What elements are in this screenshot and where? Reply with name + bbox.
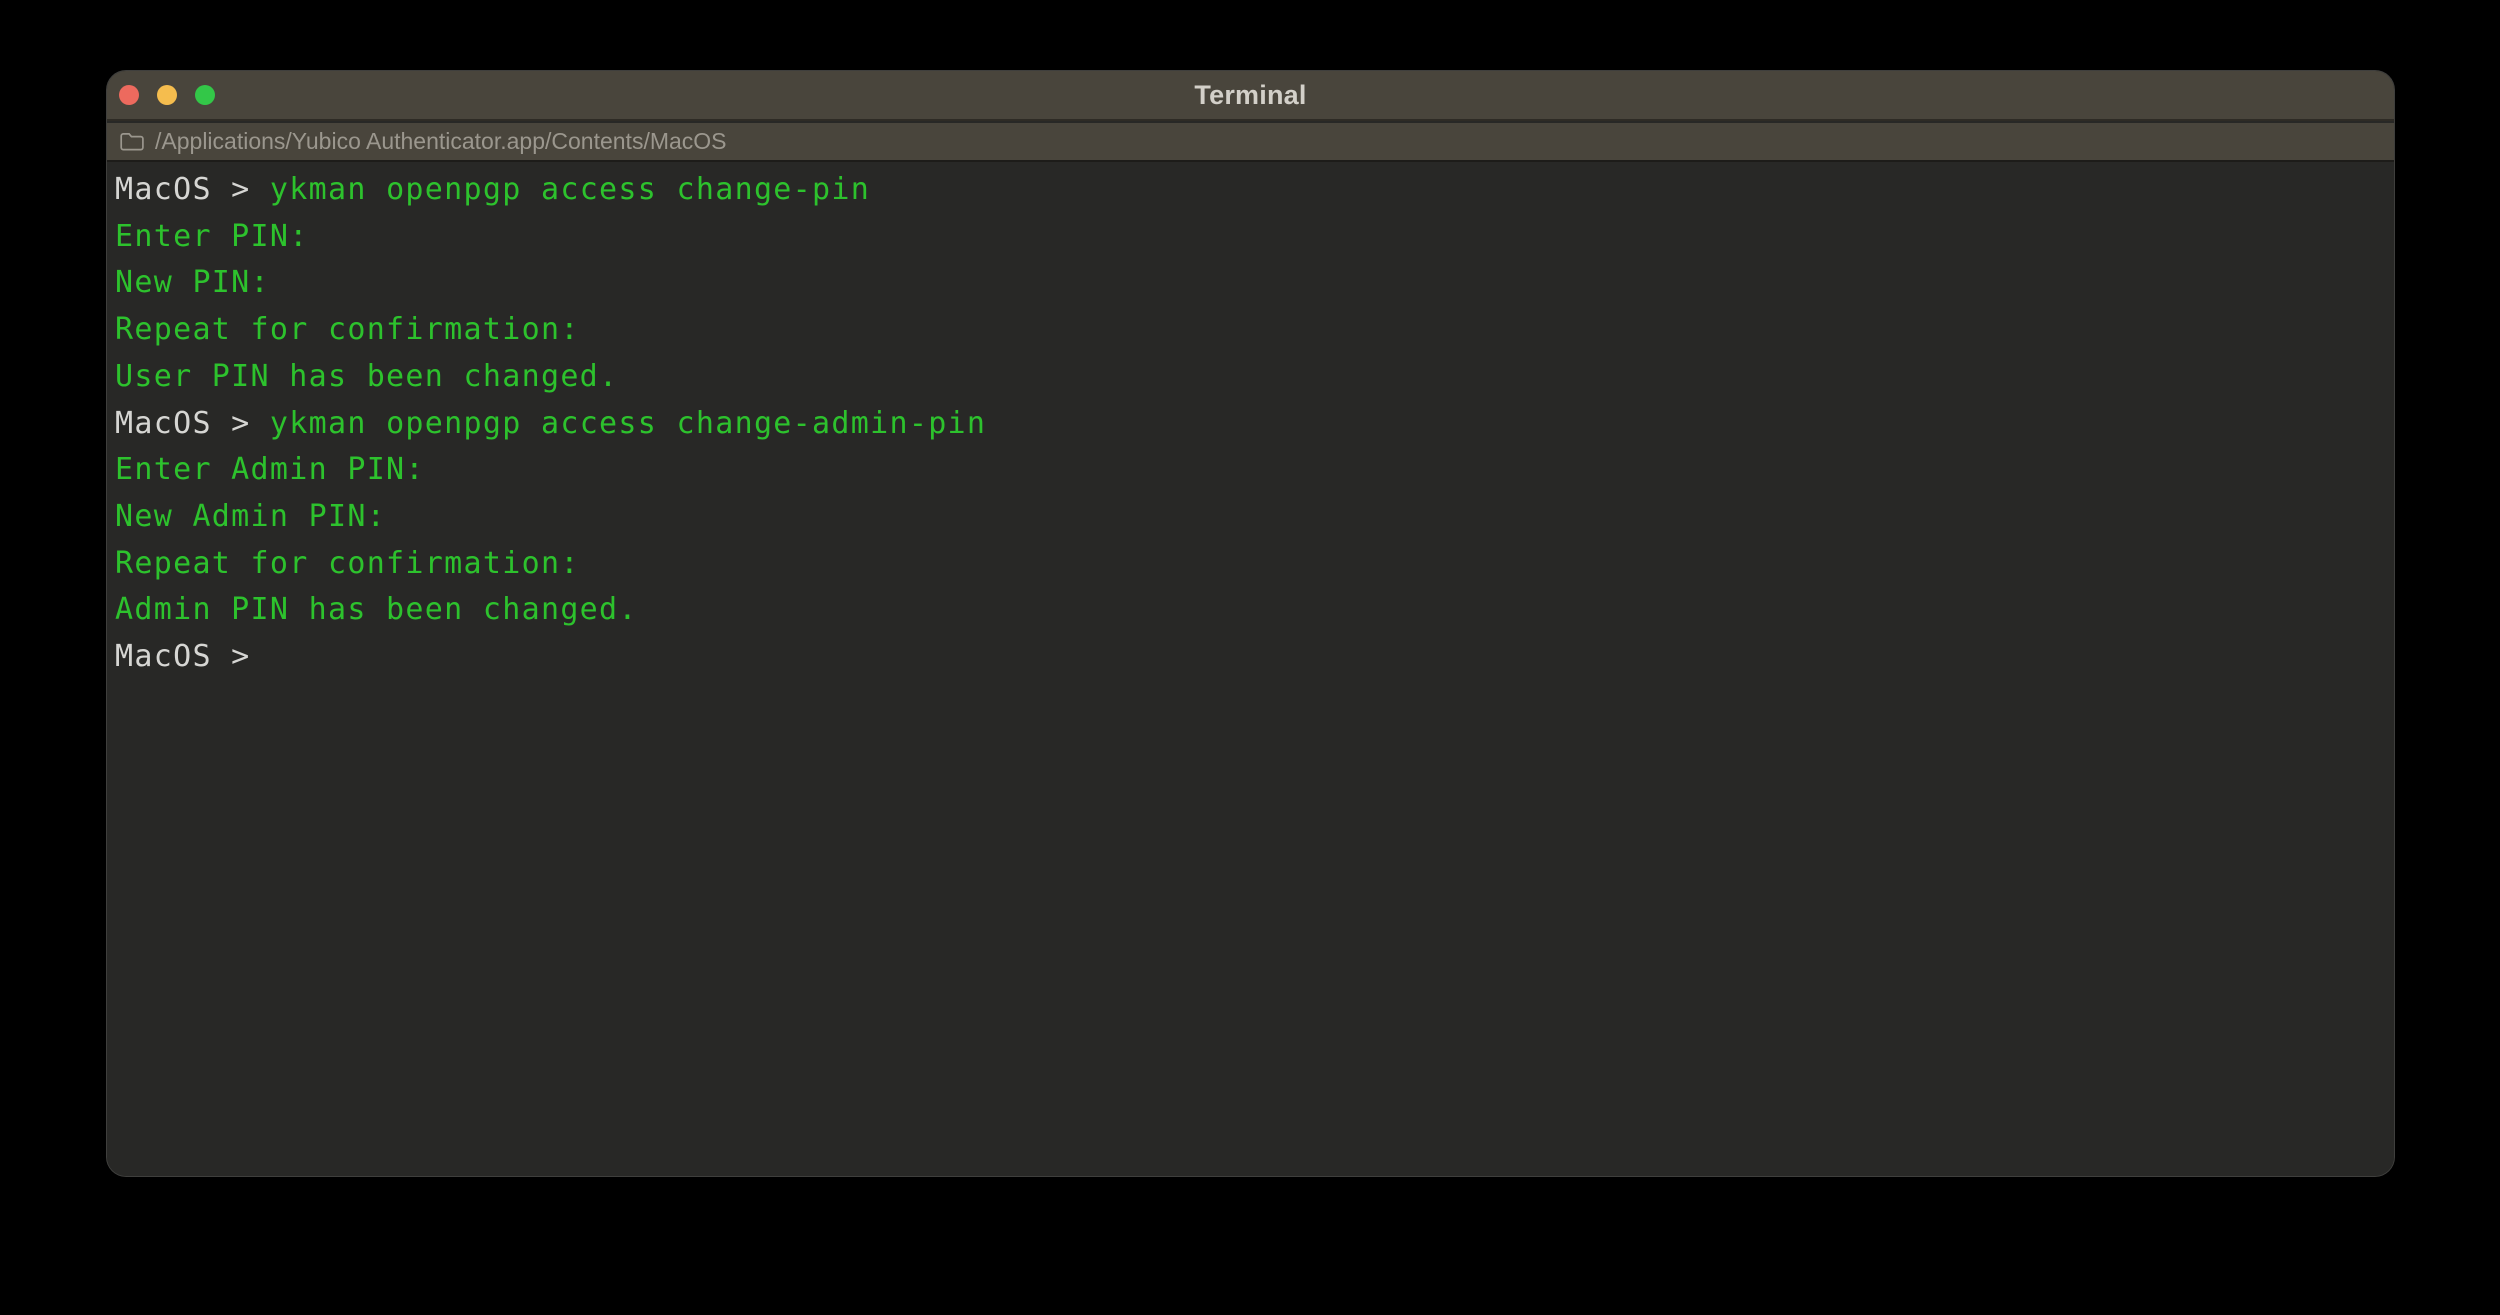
window-title: Terminal [1194, 79, 1307, 110]
path-text: /Applications/Yubico Authenticator.app/C… [155, 128, 727, 154]
terminal-line: MacOS > ykman openpgp access change-admi… [115, 401, 2374, 448]
path-bar: /Applications/Yubico Authenticator.app/C… [107, 123, 2394, 162]
close-icon[interactable] [119, 85, 139, 105]
title-bar[interactable]: Terminal [107, 71, 2394, 121]
terminal-line: Enter Admin PIN: [115, 452, 425, 488]
terminal-window: Terminal /Applications/Yubico Authentica… [106, 70, 2395, 1177]
terminal-line: MacOS > ykman openpgp access change-pin [115, 167, 2374, 214]
shell-prompt: MacOS > [115, 172, 270, 207]
desktop-background: Terminal /Applications/Yubico Authentica… [0, 0, 2500, 1315]
terminal-line: New Admin PIN: [115, 498, 387, 534]
terminal-line: Repeat for confirmation: [115, 312, 580, 348]
terminal-line: New PIN: [115, 265, 270, 301]
traffic-lights [107, 85, 215, 105]
shell-prompt: MacOS > [115, 639, 270, 675]
terminal-line: Repeat for confirmation: [115, 545, 580, 581]
shell-prompt: MacOS > [115, 405, 270, 441]
minimize-icon[interactable] [157, 85, 177, 105]
terminal-line: MacOS > [115, 634, 2374, 681]
zoom-icon[interactable] [195, 85, 215, 105]
folder-icon [119, 131, 145, 152]
terminal-line: Admin PIN has been changed. [115, 592, 638, 628]
command-text: ykman openpgp access change-pin [269, 172, 871, 207]
command-text: ykman openpgp access change-admin-pin [269, 405, 987, 441]
terminal-line: Enter PIN: [115, 218, 309, 254]
terminal-line: User PIN has been changed. [115, 358, 619, 394]
terminal-content[interactable]: MacOS > ykman openpgp access change-pin … [107, 164, 2394, 1176]
